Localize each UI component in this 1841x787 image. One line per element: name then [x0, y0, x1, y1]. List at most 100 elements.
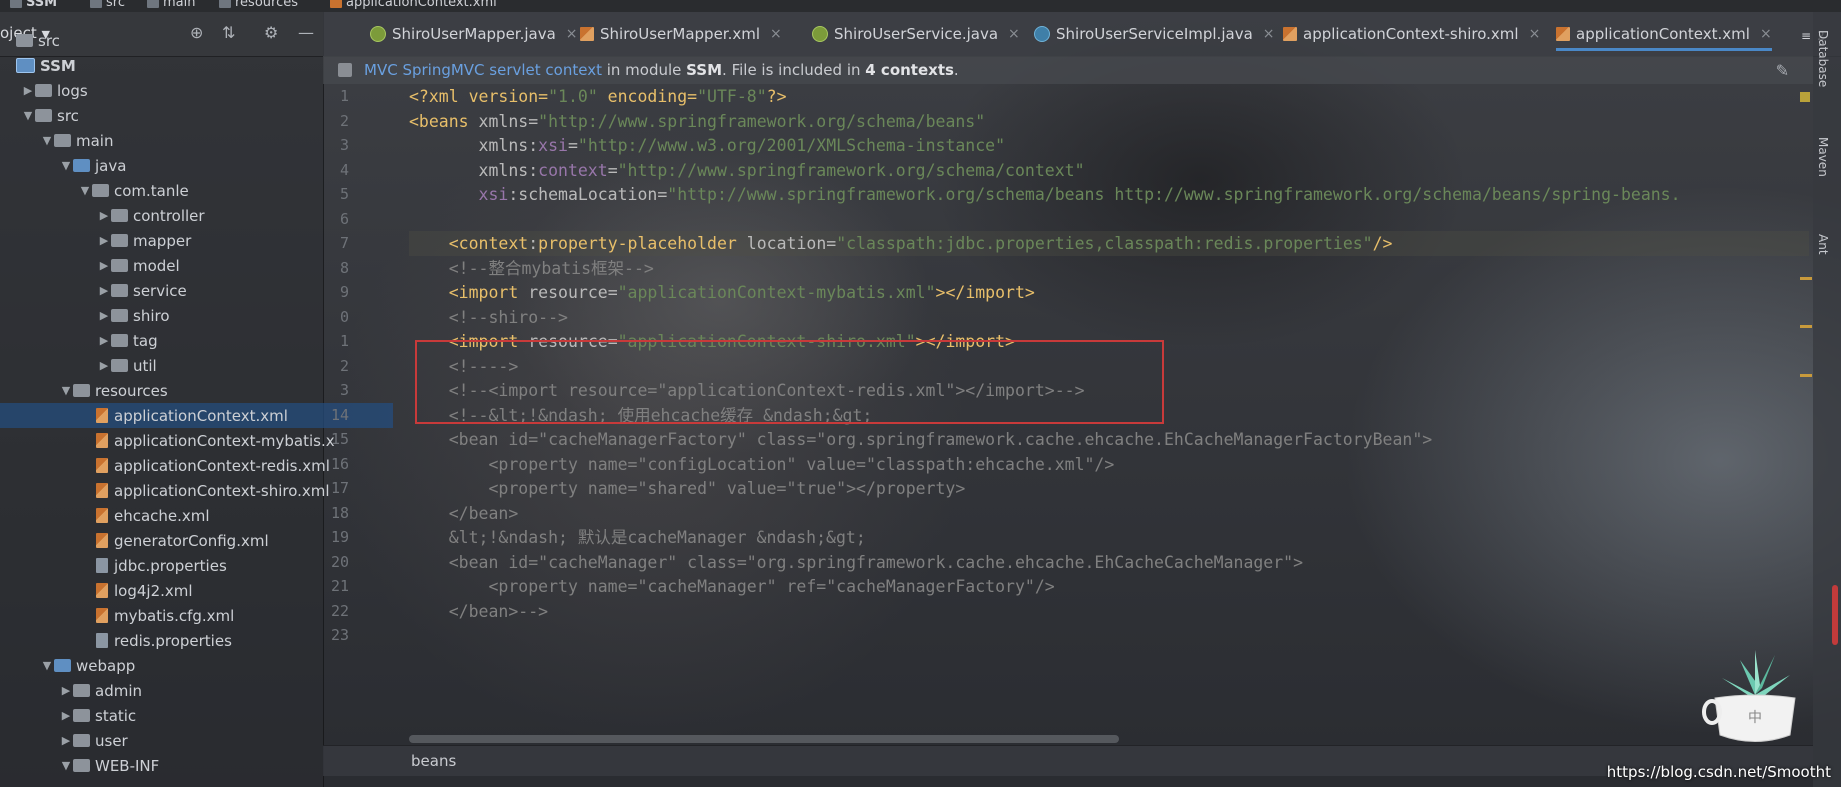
code-token: xmlns:: [409, 136, 539, 155]
code-token: :schemaLocation=: [508, 185, 668, 204]
chevron-right-icon[interactable]: ▶: [59, 684, 73, 697]
chevron-down-icon[interactable]: ▼: [40, 134, 54, 147]
tree-item[interactable]: redis.properties: [78, 628, 232, 653]
folder-icon: [16, 34, 33, 47]
tree-item[interactable]: src: [2, 28, 60, 53]
vertical-scrollbar[interactable]: [1832, 585, 1838, 645]
chevron-down-icon[interactable]: ▼: [59, 384, 73, 397]
chevron-down-icon[interactable]: ▼: [40, 659, 54, 672]
breadcrumb-tag[interactable]: beans: [411, 752, 456, 770]
editor-tab[interactable]: ShiroUserMapper.java ×: [370, 20, 578, 48]
chevron-down-icon[interactable]: ▼: [59, 759, 73, 772]
gear-icon[interactable]: ⚙: [264, 23, 278, 42]
tree-item[interactable]: ▶ static: [59, 703, 136, 728]
tree-item[interactable]: ▶ controller: [97, 203, 205, 228]
tree-item[interactable]: ▶ logs: [21, 78, 88, 103]
chevron-right-icon[interactable]: ▶: [97, 234, 111, 247]
chevron-right-icon[interactable]: ▶: [97, 259, 111, 272]
tree-item[interactable]: generatorConfig.xml: [78, 528, 269, 553]
tree-item[interactable]: ▶ admin: [59, 678, 142, 703]
ant-tool-button[interactable]: Ant: [1816, 234, 1830, 255]
tree-item[interactable]: ▶ tag: [97, 328, 158, 353]
chevron-right-icon[interactable]: ▶: [97, 309, 111, 322]
database-tool-button[interactable]: Database: [1816, 30, 1830, 87]
close-icon[interactable]: ×: [1529, 26, 1541, 42]
tree-item[interactable]: log4j2.xml: [78, 578, 193, 603]
tree-item-label: applicationContext-shiro.xml: [114, 481, 330, 500]
code-line: <!--shiro-->: [409, 305, 568, 330]
chevron-right-icon[interactable]: ▶: [59, 734, 73, 747]
tree-item[interactable]: ▶ service: [97, 278, 187, 303]
tree-item[interactable]: ehcache.xml: [78, 503, 210, 528]
tree-item[interactable]: applicationContext-shiro.xml: [78, 478, 330, 503]
chevron-right-icon[interactable]: ▶: [97, 284, 111, 297]
tree-item[interactable]: ▼ main: [40, 128, 114, 153]
tree-item[interactable]: ▼ webapp: [40, 653, 136, 678]
editor-tab[interactable]: ShiroUserServiceImpl.java ×: [1034, 20, 1275, 48]
tree-item-label: WEB-INF: [95, 756, 160, 775]
breadcrumb-item[interactable]: main: [147, 0, 195, 9]
navigation-bar: SSM src main resources applicationContex…: [0, 0, 1841, 12]
collapse-all-icon[interactable]: ⇅: [222, 23, 235, 42]
chevron-right-icon[interactable]: ▶: [97, 209, 111, 222]
tree-item[interactable]: ▼ java: [59, 153, 127, 178]
xml-file-icon: [1556, 27, 1570, 41]
tree-item[interactable]: ▶ mapper: [97, 228, 191, 253]
tree-item-label: resources: [95, 381, 168, 400]
horizontal-scrollbar[interactable]: [409, 735, 1119, 743]
code-token: <context: [409, 234, 529, 253]
close-icon[interactable]: ×: [1008, 26, 1020, 42]
locate-icon[interactable]: ⊕: [190, 23, 203, 42]
folder-icon: [219, 0, 231, 8]
breadcrumb-item[interactable]: applicationContext.xml: [330, 0, 497, 9]
tree-item[interactable]: ▼ com.tanle: [78, 178, 189, 203]
folder-icon: [73, 759, 90, 772]
folder-icon: [35, 84, 52, 97]
breadcrumb-item[interactable]: src: [90, 0, 125, 9]
close-icon[interactable]: ×: [1263, 26, 1275, 42]
maven-tool-button[interactable]: Maven: [1816, 137, 1830, 177]
plant-pot-widget[interactable]: 中: [1700, 640, 1810, 750]
editor-tab[interactable]: ShiroUserService.java ×: [812, 20, 1020, 48]
close-icon[interactable]: ×: [770, 26, 782, 42]
chevron-right-icon[interactable]: ▶: [97, 359, 111, 372]
tree-item[interactable]: applicationContext-mybatis.x: [78, 428, 335, 453]
context-link[interactable]: MVC SpringMVC servlet context: [364, 61, 602, 79]
close-icon[interactable]: ×: [566, 26, 578, 42]
editor-tab[interactable]: applicationContext.xml ×: [1556, 20, 1772, 51]
tree-item[interactable]: ▼ resources: [59, 378, 168, 403]
line-number-gutter: 1 2 3 4 5 6 7 8 9 0 1 2 3 14 15 16 17 18 19 20 21 22 23: [323, 84, 409, 744]
tree-item-label: mybatis.cfg.xml: [114, 606, 235, 625]
breadcrumb-item[interactable]: SSM: [10, 0, 57, 9]
wrench-icon[interactable]: ✎: [1776, 61, 1789, 80]
code-line: <property name="configLocation" value="c…: [409, 452, 1114, 477]
tree-item-label: user: [95, 731, 128, 750]
tree-item[interactable]: jdbc.properties: [78, 553, 227, 578]
chevron-right-icon[interactable]: ▶: [59, 709, 73, 722]
editor-tab[interactable]: applicationContext-shiro.xml ×: [1283, 20, 1540, 48]
tree-item[interactable]: ▶ model: [97, 253, 180, 278]
tree-item[interactable]: ▼ WEB-INF: [59, 753, 160, 778]
chevron-right-icon[interactable]: ▶: [97, 334, 111, 347]
tree-item[interactable]: applicationContext-redis.xml: [78, 453, 330, 478]
tree-item[interactable]: SSM: [2, 53, 76, 78]
inspection-status-icon[interactable]: [1800, 92, 1810, 102]
tree-item[interactable]: ▶ util: [97, 353, 157, 378]
minimize-icon[interactable]: —: [298, 23, 314, 42]
tree-item[interactable]: ▶ user: [59, 728, 128, 753]
chevron-right-icon[interactable]: ▶: [21, 84, 35, 97]
code-line: <import resource="applicationContext-myb…: [409, 280, 1035, 305]
chevron-down-icon[interactable]: ▼: [21, 109, 35, 122]
tree-item[interactable]: mybatis.cfg.xml: [78, 603, 234, 628]
tree-item[interactable]: ▶ shiro: [97, 303, 170, 328]
breadcrumb-item[interactable]: resources: [219, 0, 298, 9]
close-icon[interactable]: ×: [1760, 26, 1772, 42]
java-interface-icon: [370, 26, 386, 42]
line-number: 2: [339, 111, 349, 130]
code-token: <property name="shared" value="true"></p…: [409, 479, 966, 498]
code-line: </bean>: [409, 501, 519, 526]
tree-item[interactable]: ▼ src: [21, 103, 79, 128]
chevron-down-icon[interactable]: ▼: [59, 159, 73, 172]
chevron-down-icon[interactable]: ▼: [78, 184, 92, 197]
editor-tab[interactable]: ShiroUserMapper.xml ×: [580, 20, 782, 48]
